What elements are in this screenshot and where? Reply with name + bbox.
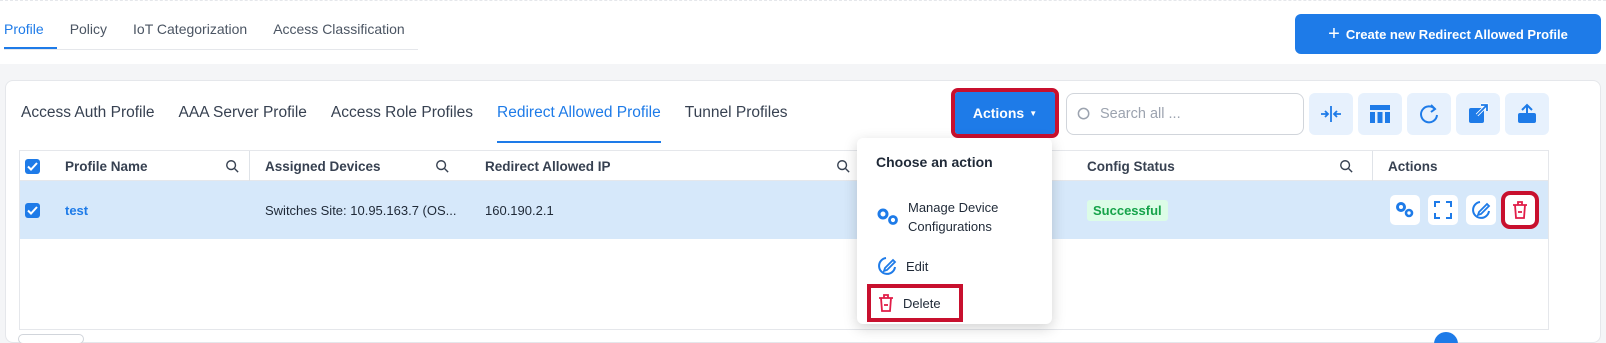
delete-icon [879, 294, 893, 312]
column-actions: Actions [1388, 151, 1538, 181]
tab-aaa-server-profile[interactable]: AAA Server Profile [179, 104, 307, 143]
header-select-all [25, 151, 65, 181]
assigned-devices-cell: Switches Site: 10.95.163.7 (OS... [265, 202, 457, 218]
table-row[interactable]: test Switches Site: 10.95.163.7 (OS... 1… [20, 181, 1548, 239]
manage-config-icon [1396, 202, 1414, 218]
profiles-table: Profile Name Assigned Devices Redirect A… [19, 150, 1549, 330]
manage-config-icon [877, 208, 898, 225]
column-assigned-devices: Assigned Devices [265, 151, 459, 181]
check-icon [27, 205, 38, 215]
profile-name-link[interactable]: test [65, 181, 88, 239]
chevron-down-icon: ▼ [1029, 108, 1038, 118]
refresh-button[interactable] [1407, 93, 1451, 135]
tab-redirect-allowed-profile[interactable]: Redirect Allowed Profile [497, 104, 661, 143]
collapse-columns-icon [1321, 106, 1341, 122]
tab-access-role-profiles[interactable]: Access Role Profiles [331, 104, 473, 143]
check-icon [27, 161, 38, 171]
edit-button[interactable] [1466, 195, 1496, 225]
export-icon [1469, 103, 1489, 123]
column-layout-button[interactable] [1358, 93, 1402, 135]
tab-tunnel-profiles[interactable]: Tunnel Profiles [685, 104, 788, 143]
actions-label: Actions [972, 105, 1025, 121]
search-icon[interactable] [435, 159, 449, 173]
create-profile-label: Create new Redirect Allowed Profile [1345, 26, 1568, 42]
menu-item-edit[interactable]: Edit [876, 255, 928, 277]
tab-access-auth-profile[interactable]: Access Auth Profile [21, 104, 155, 143]
upload-icon [1518, 103, 1536, 123]
expand-icon [1434, 201, 1452, 219]
search-icon[interactable] [225, 159, 239, 173]
refresh-icon [1420, 104, 1438, 124]
config-status-cell: Successful [1087, 181, 1168, 239]
collapse-columns-button[interactable] [1309, 93, 1353, 135]
expand-button[interactable] [1428, 195, 1458, 225]
pagination-select[interactable] [18, 334, 84, 343]
column-redirect-allowed-ip-label: Redirect Allowed IP [485, 158, 611, 174]
tab-access-classification[interactable]: Access Classification [260, 21, 418, 49]
menu-item-label: Manage Device Configurations [908, 200, 999, 234]
actions-button[interactable]: Actions ▼ [951, 88, 1059, 138]
column-config-status-label: Config Status [1087, 158, 1175, 174]
select-all-checkbox[interactable] [25, 158, 40, 174]
column-redirect-allowed-ip: Redirect Allowed IP [485, 151, 860, 181]
column-profile-name: Profile Name [65, 151, 249, 181]
search-input[interactable] [1100, 106, 1290, 122]
menu-item-label: Edit [906, 258, 929, 274]
create-profile-button[interactable]: + Create new Redirect Allowed Profile [1295, 14, 1601, 54]
column-layout-icon [1370, 105, 1390, 123]
search-icon[interactable] [1339, 159, 1353, 173]
export-button[interactable] [1456, 93, 1500, 135]
tab-policy[interactable]: Policy [57, 21, 120, 49]
search-box[interactable] [1066, 93, 1304, 135]
column-config-status: Config Status [1087, 151, 1363, 181]
dropdown-title: Choose an action [876, 154, 993, 170]
row-select [25, 181, 40, 239]
upload-button[interactable] [1505, 93, 1549, 135]
menu-item-label: Delete [903, 295, 941, 311]
menu-item-manage-device-configurations[interactable]: Manage Device Configurations [876, 198, 1028, 236]
tab-iot-categorization[interactable]: IoT Categorization [120, 21, 260, 49]
profile-card: Access Auth Profile AAA Server Profile A… [5, 80, 1601, 343]
delete-icon [1513, 201, 1527, 219]
row-checkbox[interactable] [25, 202, 40, 218]
column-profile-name-label: Profile Name [65, 158, 148, 174]
status-badge: Successful [1087, 199, 1168, 221]
top-tabs: Profile Policy IoT Categorization Access… [4, 21, 418, 50]
manage-config-button[interactable] [1390, 195, 1420, 225]
search-icon [1077, 107, 1090, 119]
plus-icon: + [1328, 23, 1340, 45]
sub-tabs: Access Auth Profile AAA Server Profile A… [21, 104, 788, 143]
redirect-allowed-ip-cell: 160.190.2.1 [485, 202, 554, 218]
column-assigned-devices-label: Assigned Devices [265, 158, 381, 174]
search-icon[interactable] [836, 159, 850, 173]
edit-icon [1472, 201, 1491, 219]
delete-button[interactable] [1501, 191, 1539, 229]
tab-profile[interactable]: Profile [4, 21, 57, 49]
edit-icon [878, 257, 897, 275]
column-actions-label: Actions [1388, 158, 1438, 174]
menu-item-delete[interactable]: Delete [867, 284, 963, 322]
top-bar: Profile Policy IoT Categorization Access… [0, 0, 1606, 64]
actions-dropdown-menu: Choose an action Manage Device Configura… [857, 138, 1052, 324]
